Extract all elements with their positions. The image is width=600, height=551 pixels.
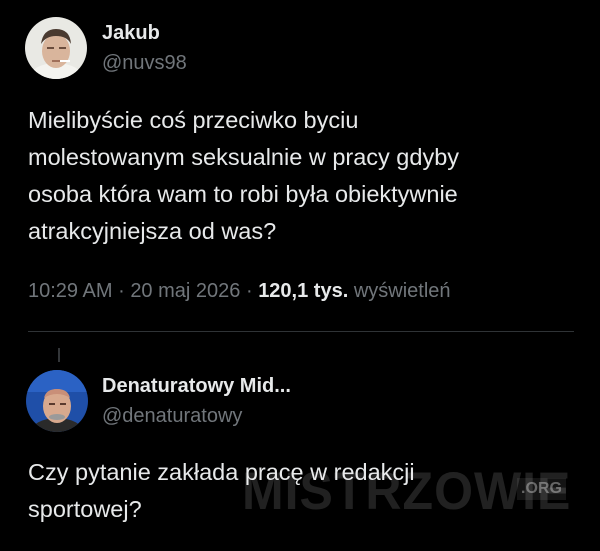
user-avatar-icon bbox=[26, 370, 88, 432]
views-count[interactable]: 120,1 tys. bbox=[258, 280, 348, 302]
tweet-time[interactable]: 10:29 AM bbox=[28, 280, 113, 302]
author-handle[interactable]: @nuvs98 bbox=[102, 52, 187, 75]
tweet-text-line: atrakcyjniejsza od was? bbox=[28, 218, 277, 244]
watermark-suffix: .ORG bbox=[517, 478, 566, 500]
reply-author-name[interactable]: Denaturatowy Mid... bbox=[102, 375, 291, 398]
views-label: wyświetleń bbox=[353, 280, 451, 302]
tweet-meta: 10:29 AM · 20 maj 2026 · 120,1 tys. wyśw… bbox=[28, 280, 451, 303]
meta-separator: · bbox=[118, 280, 125, 302]
tweet-text-line: osoba która wam to robi była obiektywnie bbox=[28, 181, 458, 207]
author-avatar[interactable] bbox=[25, 17, 87, 79]
author-name[interactable]: Jakub bbox=[102, 22, 160, 45]
reply-author-handle[interactable]: @denaturatowy bbox=[102, 405, 242, 428]
tweet-text: Mielibyście coś przeciwko byciu molestow… bbox=[28, 102, 459, 250]
tweet-date[interactable]: 20 maj 2026 bbox=[130, 280, 240, 302]
tweet-text-line: molestowanym seksualnie w pracy gdyby bbox=[28, 144, 460, 170]
reply-author-avatar[interactable] bbox=[26, 370, 88, 432]
meta-separator: · bbox=[245, 280, 253, 302]
divider bbox=[28, 331, 574, 332]
thread-connector bbox=[58, 348, 60, 362]
tweet-text-line: Mielibyście coś przeciwko byciu bbox=[28, 107, 359, 133]
user-avatar-icon bbox=[25, 17, 87, 79]
